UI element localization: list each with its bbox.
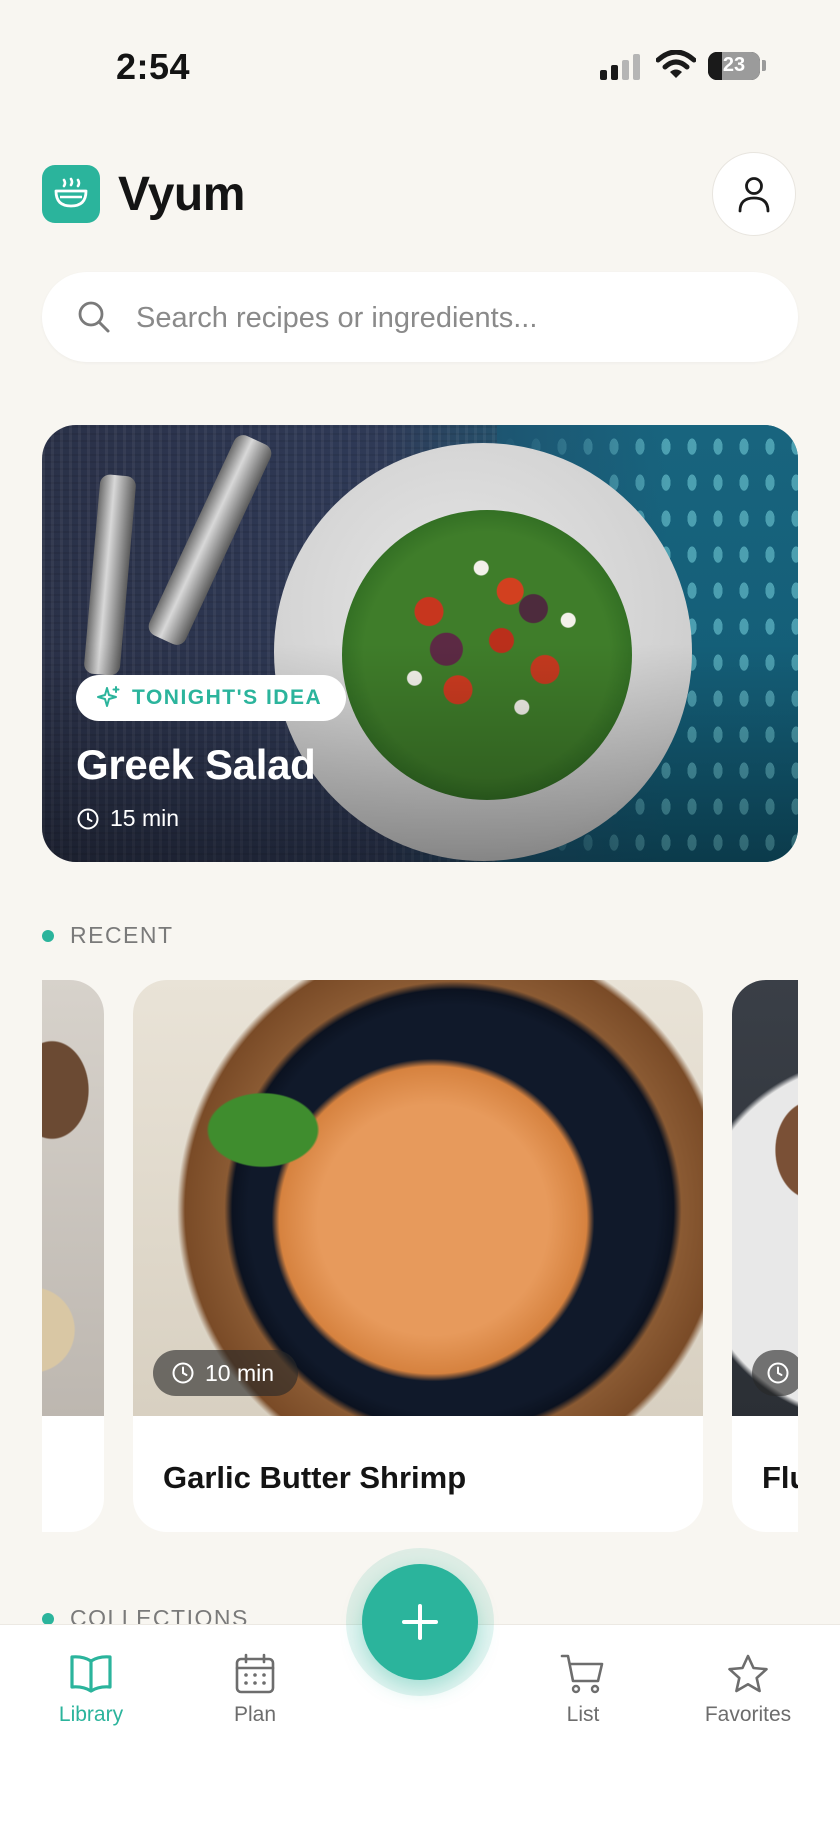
hero-recipe-title: Greek Salad: [76, 741, 316, 788]
bowl-steam-icon: [54, 177, 88, 208]
add-recipe-button[interactable]: [362, 1564, 478, 1680]
recent-card[interactable]: 10 min Garlic Butter Shrimp: [133, 980, 703, 1532]
nav-library[interactable]: Library: [26, 1653, 156, 1727]
search-icon: [78, 301, 110, 333]
signal-icon: [600, 54, 640, 80]
nav-plan[interactable]: Plan: [190, 1653, 320, 1727]
search-input[interactable]: [134, 272, 758, 364]
duration-chip: [752, 1350, 798, 1396]
clock-icon: [77, 808, 99, 829]
search-bar[interactable]: [42, 272, 798, 364]
sparkle-icon: [97, 686, 120, 707]
plus-icon: [402, 1604, 438, 1640]
tonight-idea-card[interactable]: TONIGHT'S IDEA Greek Salad 15 min: [42, 425, 798, 862]
tonight-badge: TONIGHT'S IDEA: [76, 675, 347, 721]
recent-card[interactable]: [42, 980, 104, 1532]
battery-level: 23: [722, 54, 746, 76]
profile-button[interactable]: [712, 152, 796, 236]
battery-icon: 23: [708, 52, 760, 80]
nav-plan-label: Plan: [233, 1703, 277, 1726]
recipe-image: [42, 980, 104, 1416]
hero-duration-text: 15 min: [110, 805, 180, 831]
status-indicators: 23: [598, 48, 768, 88]
clock-icon: [767, 1362, 789, 1384]
tonight-badge-label: TONIGHT'S IDEA: [132, 686, 323, 709]
duration-chip: 10 min: [153, 1350, 299, 1396]
app-logo: [42, 165, 100, 223]
user-icon: [738, 177, 770, 213]
star-icon: [728, 1654, 768, 1693]
nav-library-label: Library: [58, 1703, 124, 1726]
status-time: 2:54: [116, 46, 191, 87]
nav-list[interactable]: List: [518, 1653, 648, 1727]
recent-card[interactable]: Flu: [732, 980, 798, 1532]
recipe-title: Flu: [762, 1460, 798, 1495]
nav-favorites[interactable]: Favorites: [683, 1653, 813, 1727]
nav-list-label: List: [566, 1703, 600, 1726]
cart-icon: [560, 1654, 604, 1694]
book-icon: [70, 1655, 112, 1693]
nav-favorites-label: Favorites: [704, 1703, 792, 1726]
wifi-icon: [656, 50, 696, 78]
recent-carousel[interactable]: 10 min Garlic Butter Shrimp Flu: [42, 980, 798, 1532]
recipe-title: Garlic Butter Shrimp: [163, 1460, 467, 1495]
calendar-icon: [235, 1653, 275, 1694]
recent-section-label: RECENT: [42, 922, 174, 949]
hero-duration: 15 min: [76, 805, 179, 832]
recent-label: RECENT: [70, 922, 174, 948]
duration-text: 10 min: [205, 1359, 275, 1386]
app-title: Vyum: [118, 168, 245, 221]
clock-icon: [172, 1362, 194, 1384]
